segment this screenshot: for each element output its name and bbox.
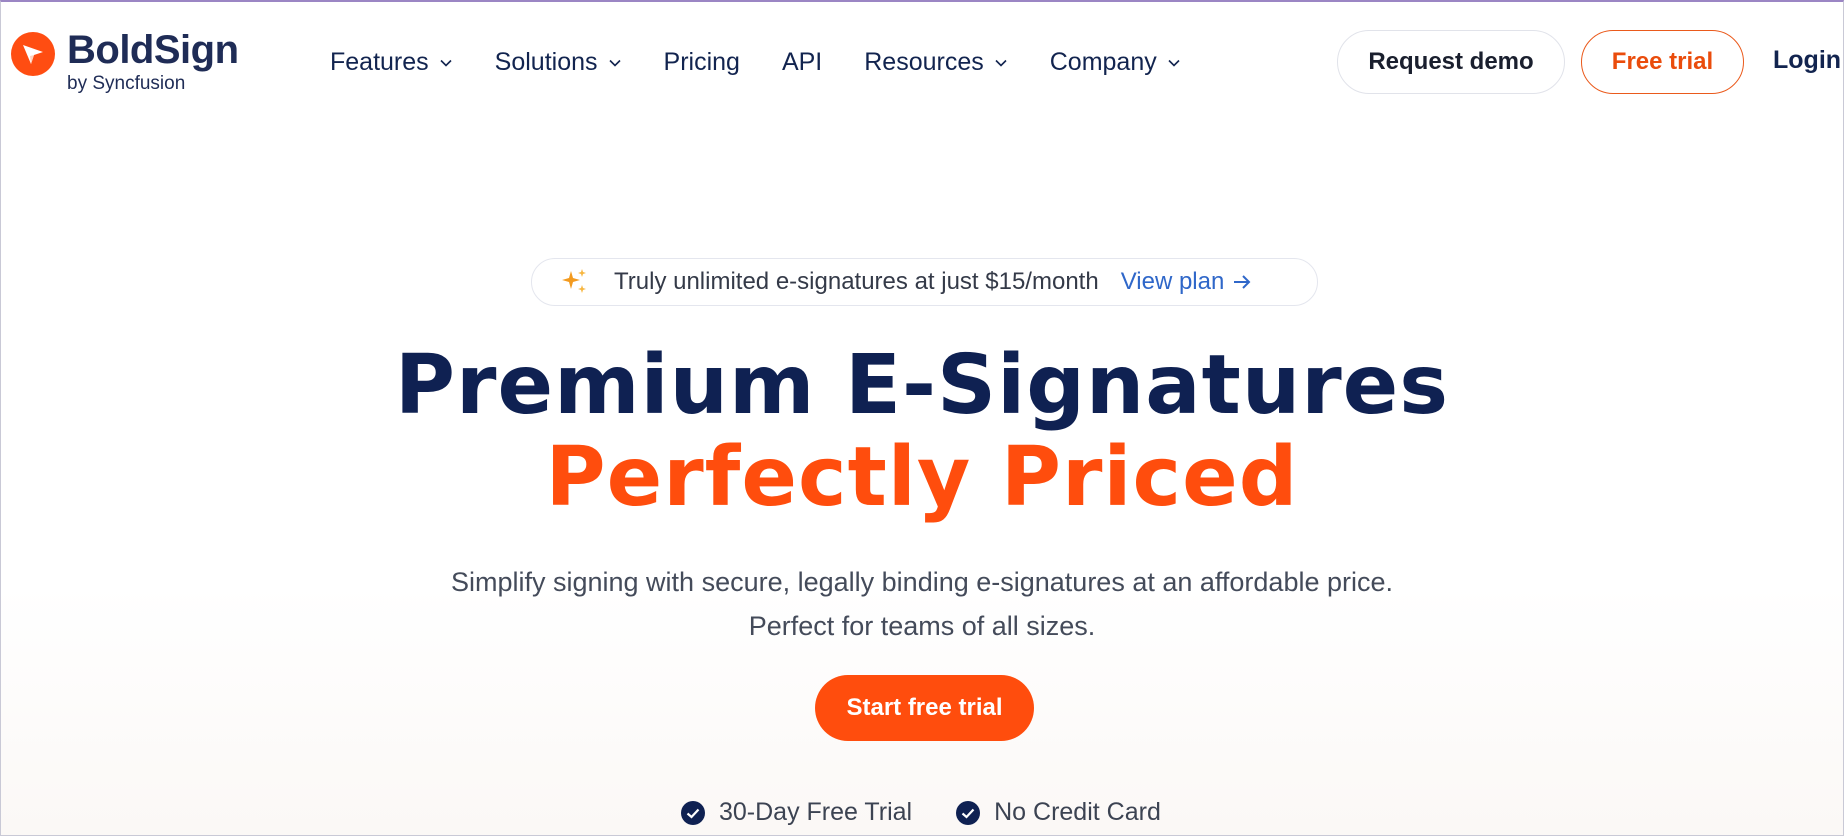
arrow-right-icon (1234, 275, 1251, 289)
hero-description-line: Simplify signing with secure, legally bi… (450, 567, 1394, 597)
feature-item: 30-Day Free Trial (681, 798, 912, 827)
hero-title: Premium E-Signatures (394, 338, 1450, 433)
announcement-banner: Truly unlimited e-signatures at just $15… (531, 258, 1318, 306)
login-link[interactable]: Login (1773, 46, 1841, 75)
nav-label: API (781, 48, 823, 76)
announcement-text: Truly unlimited e-signatures at just $15… (614, 268, 1099, 295)
feature-list: 30-Day Free Trial No Credit Card (681, 798, 1205, 827)
browser-viewport: BoldSign by Syncfusion Features Solution… (0, 0, 1844, 836)
nav-label: Solutions (494, 48, 598, 76)
chevron-down-icon (995, 59, 1007, 67)
nav-item-api[interactable]: API (782, 48, 822, 77)
nav-label: Pricing (663, 48, 740, 76)
nav-label: Company (1049, 48, 1157, 76)
site-header: BoldSign by Syncfusion Features Solution… (1, 2, 1843, 122)
hero-description: Simplify signing with secure, legally bi… (1, 560, 1843, 648)
free-trial-button[interactable]: Free trial (1581, 30, 1744, 94)
boldsign-logo[interactable]: BoldSign by Syncfusion (11, 30, 239, 93)
feature-label: No Credit Card (994, 798, 1161, 826)
hero-description-line: Perfect for teams of all sizes. (748, 611, 1096, 641)
chevron-down-icon (440, 59, 452, 67)
brand-subtitle: by Syncfusion (67, 73, 186, 94)
nav-item-solutions[interactable]: Solutions (495, 48, 622, 77)
nav-item-features[interactable]: Features (330, 48, 453, 77)
nav-item-company[interactable]: Company (1050, 48, 1181, 77)
view-plan-label: View plan (1120, 268, 1225, 295)
brand-name: BoldSign (67, 28, 239, 72)
nav-item-resources[interactable]: Resources (864, 48, 1008, 77)
nav-label: Resources (864, 48, 984, 76)
main-nav: Features Solutions Pricing API Resources… (330, 48, 1223, 77)
nav-label: Features (330, 48, 429, 76)
feature-item: No Credit Card (956, 798, 1161, 827)
chevron-down-icon (1168, 59, 1180, 67)
sparkle-icon (562, 269, 586, 293)
feature-label: 30-Day Free Trial (719, 798, 913, 826)
check-circle-icon (956, 800, 981, 825)
send-arrow-icon (11, 32, 55, 76)
nav-item-pricing[interactable]: Pricing (664, 48, 740, 77)
check-circle-icon (681, 800, 705, 825)
hero-accent-title: Perfectly Priced (545, 430, 1299, 525)
chevron-down-icon (608, 59, 621, 67)
start-free-trial-button[interactable]: Start free trial (815, 675, 1034, 741)
view-plan-link[interactable]: View plan (1121, 268, 1253, 296)
request-demo-button[interactable]: Request demo (1337, 30, 1565, 94)
